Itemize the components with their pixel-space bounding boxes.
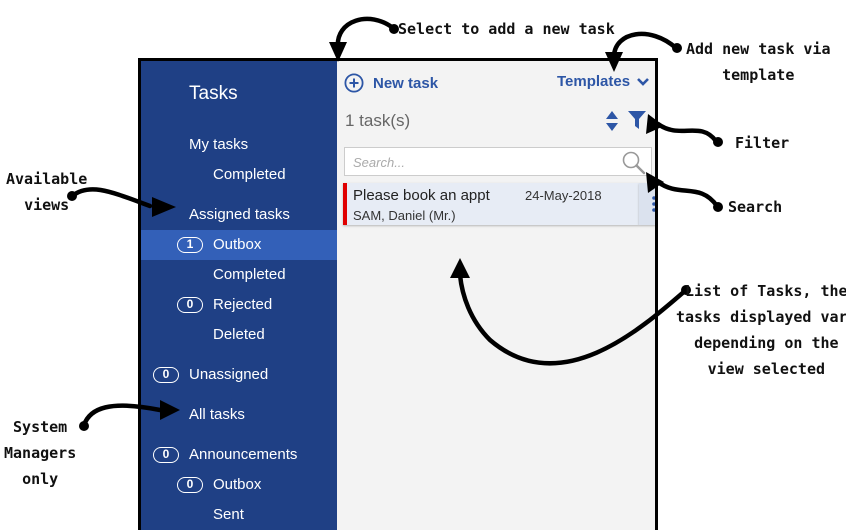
annotation-new-task: Select to add a new task	[398, 20, 615, 38]
annotation-filter: Filter	[735, 134, 790, 152]
annotation-line: template	[722, 66, 795, 84]
annotation-line: Add new task via	[686, 40, 831, 58]
annotation-list: List of Tasks, the tasks displayed vary …	[676, 278, 846, 382]
annotation-line: Managers	[4, 444, 77, 462]
annotation-line: views	[24, 196, 70, 214]
annotation-search: Search	[728, 198, 783, 216]
annotation-system-managers: System Managers only	[4, 414, 76, 492]
annotation-line: depending on the	[694, 334, 839, 352]
annotation-template: Add new task via template	[686, 36, 831, 88]
annotation-line: view selected	[707, 360, 826, 378]
annotation-line: Available	[6, 170, 88, 188]
annotation-line: System	[13, 418, 68, 436]
annotation-line: List of Tasks, the	[685, 282, 846, 300]
annotation-line: only	[22, 470, 59, 488]
annotation-line: tasks displayed vary	[676, 308, 846, 326]
annotation-views: Available views	[6, 166, 87, 218]
